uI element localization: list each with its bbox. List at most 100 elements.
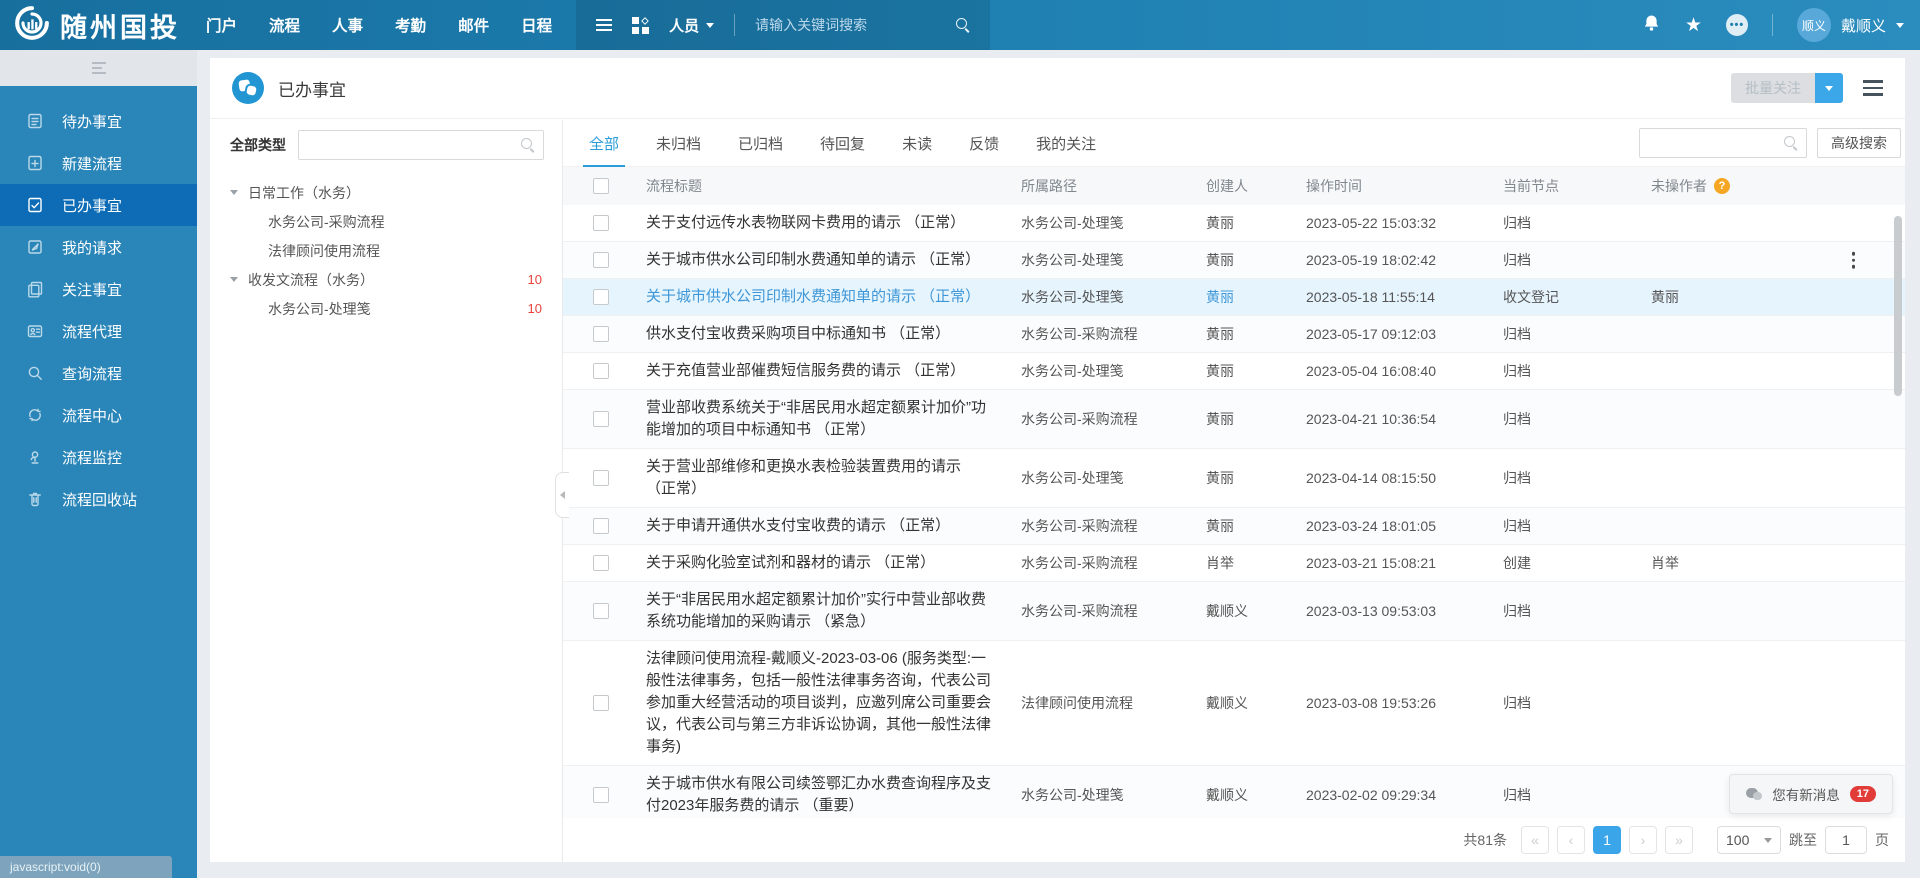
sidebar-item-done[interactable]: 已办事宜	[0, 184, 197, 226]
help-icon[interactable]: ?	[1714, 178, 1730, 194]
row-checkbox[interactable]	[593, 787, 609, 803]
jump-label: 跳至	[1789, 830, 1817, 850]
tree-leaf[interactable]: 水务公司-处理笺 10	[230, 294, 544, 323]
row-checkbox[interactable]	[593, 215, 609, 231]
row-title[interactable]: 关于城市供水公司印制水费通知单的请示 （正常）	[638, 249, 1013, 271]
tree-group[interactable]: 日常工作（水务）	[230, 178, 544, 207]
row-checkbox[interactable]	[593, 289, 609, 305]
table-row[interactable]: 营业部收费系统关于“非居民用水超定额累计加价”功能增加的项目中标通知书 （正常）…	[563, 390, 1905, 449]
user-menu[interactable]: 顺义 戴顺义	[1797, 8, 1904, 42]
tab-0[interactable]: 全部	[589, 120, 619, 166]
row-title[interactable]: 关于“非居民用水超定额累计加价”实行中营业部收费系统功能增加的采购请示 （紧急）	[638, 589, 1013, 633]
topbar-menu-item[interactable]: 考勤	[395, 14, 426, 36]
toast-text: 您有新消息	[1772, 784, 1840, 804]
hamburger-icon[interactable]	[596, 19, 612, 31]
table-row[interactable]: 关于充值营业部催费短信服务费的请示 （正常） 水务公司-处理笺 黄丽 2023-…	[563, 353, 1905, 390]
tab-2[interactable]: 已归档	[738, 120, 783, 166]
topbar-menu-item[interactable]: 人事	[332, 14, 363, 36]
sidebar-item-center[interactable]: 流程中心	[0, 394, 197, 436]
sidebar-item-recycle[interactable]: 流程回收站	[0, 478, 197, 520]
row-title[interactable]: 关于支付远传水表物联网卡费用的请示 （正常）	[638, 212, 1013, 234]
page-size-select[interactable]: 100	[1717, 826, 1781, 854]
search-icon[interactable]	[956, 18, 970, 32]
sidebar-item-follow[interactable]: 关注事宜	[0, 268, 197, 310]
list-search-input[interactable]	[1648, 136, 1784, 151]
sidebar-item-request[interactable]: 我的请求	[0, 226, 197, 268]
table-row[interactable]: 关于城市供水公司印制水费通知单的请示 （正常） 水务公司-处理笺 黄丽 2023…	[563, 242, 1905, 279]
first-page-button[interactable]	[1521, 826, 1549, 854]
topbar-menu-item[interactable]: 流程	[269, 14, 300, 36]
table-row[interactable]: 关于采购化验室试剂和器材的请示 （正常） 水务公司-采购流程 肖举 2023-0…	[563, 545, 1905, 582]
scrollbar-thumb[interactable]	[1894, 216, 1902, 396]
topbar-menu-item[interactable]: 邮件	[458, 14, 489, 36]
row-title[interactable]: 营业部收费系统关于“非居民用水超定额累计加价”功能增加的项目中标通知书 （正常）	[638, 397, 1013, 441]
row-title[interactable]: 法律顾问使用流程-戴顺义-2023-03-06 (服务类型:一般性法律事务，包括…	[638, 648, 1013, 758]
tree-search-input[interactable]	[307, 138, 521, 153]
row-title[interactable]: 关于城市供水公司印制水费通知单的请示 （正常）	[638, 286, 1013, 308]
tree-expand-icon[interactable]	[230, 277, 238, 282]
tab-1[interactable]: 未归档	[656, 120, 701, 166]
table-row[interactable]: 关于“非居民用水超定额累计加价”实行中营业部收费系统功能增加的采购请示 （紧急）…	[563, 582, 1905, 641]
sidebar-item-todo[interactable]: 待办事宜	[0, 100, 197, 142]
sidebar-item-monitor[interactable]: 流程监控	[0, 436, 197, 478]
row-title[interactable]: 关于采购化验室试剂和器材的请示 （正常）	[638, 552, 1013, 574]
tab-4[interactable]: 未读	[902, 120, 932, 166]
tab-3[interactable]: 待回复	[820, 120, 865, 166]
table-row[interactable]: 供水支付宝收费采购项目中标通知书 （正常） 水务公司-采购流程 黄丽 2023-…	[563, 316, 1905, 353]
sidebar-item-search[interactable]: 查询流程	[0, 352, 197, 394]
table-row[interactable]: 法律顾问使用流程-戴顺义-2023-03-06 (服务类型:一般性法律事务，包括…	[563, 641, 1905, 766]
row-title[interactable]: 关于营业部维修和更换水表检验装置费用的请示 （正常）	[638, 456, 1013, 500]
row-checkbox[interactable]	[593, 470, 609, 486]
last-page-button[interactable]	[1665, 826, 1693, 854]
tree-expand-icon[interactable]	[230, 190, 238, 195]
batch-follow-dropdown[interactable]	[1815, 73, 1843, 103]
topbar-menu-item[interactable]: 门户	[206, 14, 237, 36]
tree-group[interactable]: 收发文流程（水务） 10	[230, 265, 544, 294]
batch-follow-button[interactable]: 批量关注	[1731, 73, 1815, 103]
sidebar-collapse-toggle[interactable]	[0, 50, 197, 86]
global-search-input[interactable]	[755, 17, 948, 33]
tab-5[interactable]: 反馈	[969, 120, 999, 166]
search-icon[interactable]	[521, 138, 535, 152]
advanced-search-button[interactable]: 高级搜索	[1817, 128, 1901, 158]
table-row[interactable]: 关于营业部维修和更换水表检验装置费用的请示 （正常） 水务公司-处理笺 黄丽 2…	[563, 449, 1905, 508]
row-checkbox[interactable]	[593, 252, 609, 268]
prev-page-button[interactable]	[1557, 826, 1585, 854]
people-dropdown[interactable]: 人员	[669, 15, 714, 36]
row-checkbox[interactable]	[593, 695, 609, 711]
sidebar-item-agent[interactable]: 流程代理	[0, 310, 197, 352]
view-options-icon[interactable]	[1863, 80, 1883, 96]
more-icon[interactable]: •••	[1726, 14, 1748, 36]
table-row[interactable]: 关于支付远传水表物联网卡费用的请示 （正常） 水务公司-处理笺 黄丽 2023-…	[563, 205, 1905, 242]
page-number-button[interactable]: 1	[1593, 826, 1621, 854]
row-checkbox[interactable]	[593, 555, 609, 571]
table-row[interactable]: 关于申请开通供水支付宝收费的请示 （正常） 水务公司-采购流程 黄丽 2023-…	[563, 508, 1905, 545]
row-title[interactable]: 供水支付宝收费采购项目中标通知书 （正常）	[638, 323, 1013, 345]
search-icon[interactable]	[1784, 136, 1798, 150]
row-checkbox[interactable]	[593, 363, 609, 379]
row-path: 水务公司-采购流程	[1013, 409, 1198, 429]
row-actions-menu[interactable]	[1848, 248, 1860, 273]
select-all-checkbox[interactable]	[593, 178, 609, 194]
new-message-toast[interactable]: 您有新消息 17	[1729, 774, 1893, 814]
tree-leaf[interactable]: 法律顾问使用流程	[230, 236, 544, 265]
row-title[interactable]: 关于充值营业部催费短信服务费的请示 （正常）	[638, 360, 1013, 382]
bell-icon[interactable]	[1642, 13, 1661, 38]
row-title[interactable]: 关于城市供水有限公司续签鄂汇办水费查询程序及支付2023年服务费的请示 （重要）	[638, 773, 1013, 817]
row-checkbox[interactable]	[593, 603, 609, 619]
apps-grid-icon[interactable]	[632, 17, 649, 34]
jump-page-input[interactable]	[1825, 826, 1867, 854]
star-icon[interactable]: ★	[1685, 16, 1702, 35]
table-row[interactable]: 关于城市供水有限公司续签鄂汇办水费查询程序及支付2023年服务费的请示 （重要）…	[563, 766, 1905, 818]
row-title[interactable]: 关于申请开通供水支付宝收费的请示 （正常）	[638, 515, 1013, 537]
table-row[interactable]: 关于城市供水公司印制水费通知单的请示 （正常） 水务公司-处理笺 黄丽 2023…	[563, 279, 1905, 316]
panel-collapse-handle[interactable]	[555, 472, 569, 518]
row-checkbox[interactable]	[593, 518, 609, 534]
row-checkbox[interactable]	[593, 326, 609, 342]
sidebar-item-new[interactable]: 新建流程	[0, 142, 197, 184]
row-checkbox[interactable]	[593, 411, 609, 427]
topbar-menu-item[interactable]: 日程	[521, 14, 552, 36]
next-page-button[interactable]	[1629, 826, 1657, 854]
tree-leaf[interactable]: 水务公司-采购流程	[230, 207, 544, 236]
tab-6[interactable]: 我的关注	[1036, 120, 1096, 166]
